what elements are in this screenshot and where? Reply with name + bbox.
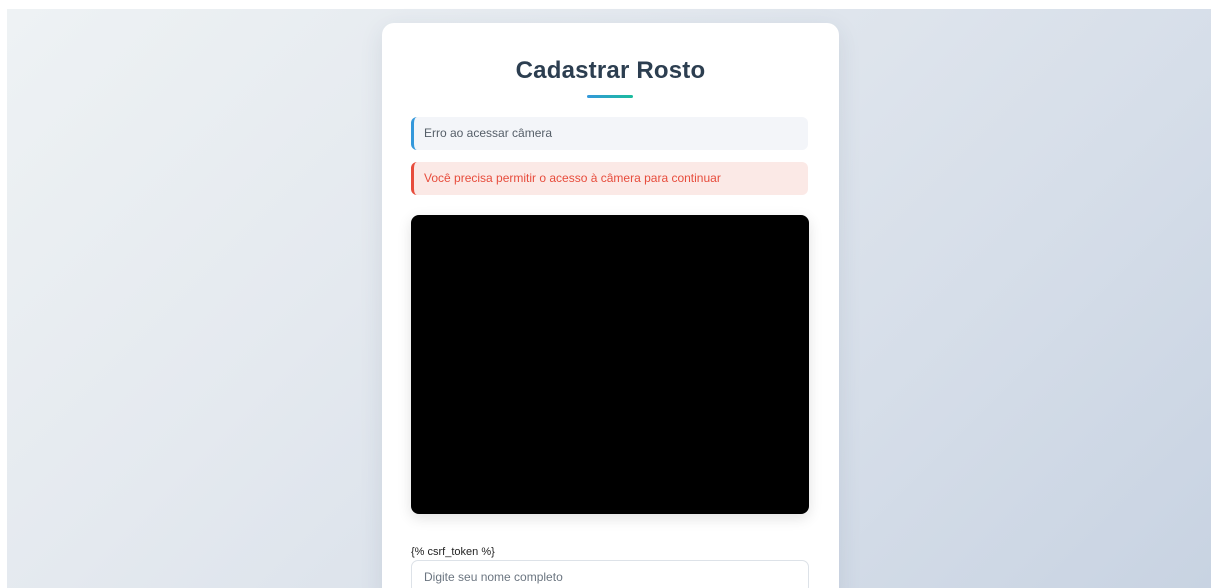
face-register-card: Cadastrar Rosto Erro ao acessar câmera V… <box>382 23 839 588</box>
page-title: Cadastrar Rosto <box>515 57 706 84</box>
csrf-token-text: {% csrf_token %} <box>411 546 495 558</box>
name-input[interactable] <box>411 560 809 588</box>
status-message: Erro ao acessar câmera <box>411 117 808 150</box>
error-message: Você precisa permitir o acesso à câmera … <box>411 162 808 195</box>
title-underline <box>587 95 633 98</box>
camera-video <box>411 215 809 514</box>
